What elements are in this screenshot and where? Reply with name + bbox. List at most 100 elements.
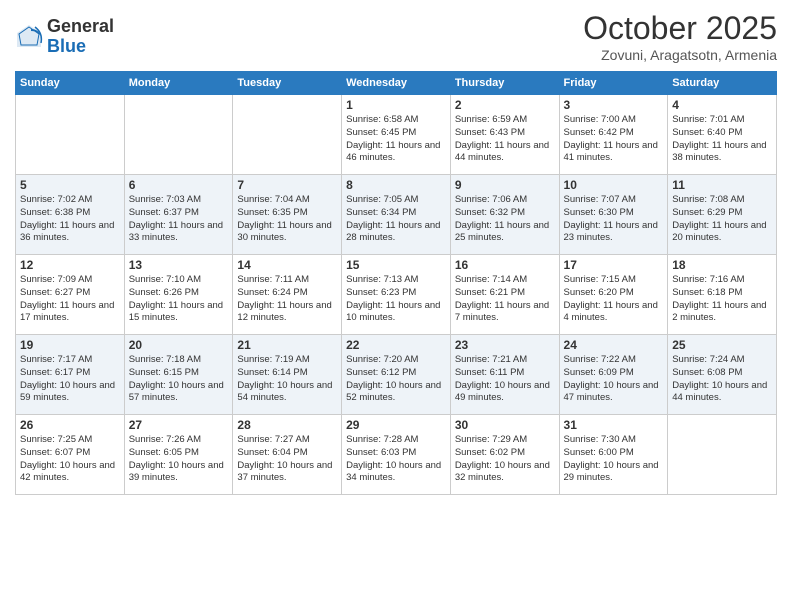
col-wednesday: Wednesday [342,72,451,95]
calendar-cell: 29 Sunrise: 7:28 AM Sunset: 6:03 PM Dayli… [342,415,451,495]
day-number: 13 [129,258,229,272]
day-number: 29 [346,418,446,432]
day-info: Sunrise: 7:06 AM Sunset: 6:32 PM Dayligh… [455,194,555,245]
subtitle: Zovuni, Aragatsotn, Armenia [583,47,777,63]
day-info: Sunrise: 7:10 AM Sunset: 6:26 PM Dayligh… [129,274,229,325]
day-info: Sunrise: 7:11 AM Sunset: 6:24 PM Dayligh… [237,274,337,325]
day-info: Sunrise: 7:07 AM Sunset: 6:30 PM Dayligh… [564,194,664,245]
calendar-cell: 10 Sunrise: 7:07 AM Sunset: 6:30 PM Dayli… [559,175,668,255]
col-thursday: Thursday [450,72,559,95]
calendar-cell: 20 Sunrise: 7:18 AM Sunset: 6:15 PM Dayli… [124,335,233,415]
day-number: 20 [129,338,229,352]
calendar-week-3: 12 Sunrise: 7:09 AM Sunset: 6:27 PM Dayli… [16,255,777,335]
day-number: 27 [129,418,229,432]
day-info: Sunrise: 7:04 AM Sunset: 6:35 PM Dayligh… [237,194,337,245]
calendar-cell [124,95,233,175]
col-sunday: Sunday [16,72,125,95]
day-number: 2 [455,98,555,112]
day-number: 30 [455,418,555,432]
page: General Blue October 2025 Zovuni, Aragat… [0,0,792,612]
day-info: Sunrise: 7:17 AM Sunset: 6:17 PM Dayligh… [20,354,120,405]
day-number: 11 [672,178,772,192]
day-info: Sunrise: 7:22 AM Sunset: 6:09 PM Dayligh… [564,354,664,405]
day-number: 23 [455,338,555,352]
day-info: Sunrise: 7:19 AM Sunset: 6:14 PM Dayligh… [237,354,337,405]
day-number: 3 [564,98,664,112]
day-info: Sunrise: 7:15 AM Sunset: 6:20 PM Dayligh… [564,274,664,325]
calendar-cell: 17 Sunrise: 7:15 AM Sunset: 6:20 PM Dayli… [559,255,668,335]
day-info: Sunrise: 7:18 AM Sunset: 6:15 PM Dayligh… [129,354,229,405]
calendar-week-5: 26Sunrise: 7:25 AM Sunset: 6:07 PM Dayli… [16,415,777,495]
calendar-cell: 2 Sunrise: 6:59 AM Sunset: 6:43 PM Daylig… [450,95,559,175]
day-info: Sunrise: 7:30 AM Sunset: 6:00 PM Dayligh… [564,434,664,485]
day-info: Sunrise: 7:00 AM Sunset: 6:42 PM Dayligh… [564,114,664,165]
month-title: October 2025 [583,10,777,47]
header-row: Sunday Monday Tuesday Wednesday Thursday… [16,72,777,95]
calendar-cell: 21 Sunrise: 7:19 AM Sunset: 6:14 PM Dayli… [233,335,342,415]
calendar-cell: 22Sunrise: 7:20 AM Sunset: 6:12 PM Dayli… [342,335,451,415]
calendar-cell: 11Sunrise: 7:08 AM Sunset: 6:29 PM Dayli… [668,175,777,255]
day-info: Sunrise: 7:05 AM Sunset: 6:34 PM Dayligh… [346,194,446,245]
calendar-cell: 27 Sunrise: 7:26 AM Sunset: 6:05 PM Dayli… [124,415,233,495]
day-info: Sunrise: 7:20 AM Sunset: 6:12 PM Dayligh… [346,354,446,405]
calendar-cell: 8 Sunrise: 7:05 AM Sunset: 6:34 PM Daylig… [342,175,451,255]
day-info: Sunrise: 7:25 AM Sunset: 6:07 PM Dayligh… [20,434,120,485]
calendar-cell: 23 Sunrise: 7:21 AM Sunset: 6:11 PM Dayli… [450,335,559,415]
day-number: 18 [672,258,772,272]
calendar-cell: 5 Sunrise: 7:02 AM Sunset: 6:38 PM Daylig… [16,175,125,255]
calendar-cell: 16Sunrise: 7:14 AM Sunset: 6:21 PM Dayli… [450,255,559,335]
day-number: 14 [237,258,337,272]
title-section: October 2025 Zovuni, Aragatsotn, Armenia [583,10,777,63]
day-number: 7 [237,178,337,192]
day-number: 5 [20,178,120,192]
day-info: Sunrise: 7:27 AM Sunset: 6:04 PM Dayligh… [237,434,337,485]
calendar-cell: 15 Sunrise: 7:13 AM Sunset: 6:23 PM Dayli… [342,255,451,335]
calendar-cell: 6 Sunrise: 7:03 AM Sunset: 6:37 PM Daylig… [124,175,233,255]
calendar-cell: 30 Sunrise: 7:29 AM Sunset: 6:02 PM Dayli… [450,415,559,495]
day-info: Sunrise: 7:29 AM Sunset: 6:02 PM Dayligh… [455,434,555,485]
day-number: 28 [237,418,337,432]
logo-icon [15,23,43,51]
day-number: 21 [237,338,337,352]
calendar-cell: 3 Sunrise: 7:00 AM Sunset: 6:42 PM Daylig… [559,95,668,175]
calendar-cell: 4Sunrise: 7:01 AM Sunset: 6:40 PM Daylig… [668,95,777,175]
calendar-cell: 13 Sunrise: 7:10 AM Sunset: 6:26 PM Dayli… [124,255,233,335]
day-info: Sunrise: 7:26 AM Sunset: 6:05 PM Dayligh… [129,434,229,485]
day-number: 9 [455,178,555,192]
calendar-cell: 12 Sunrise: 7:09 AM Sunset: 6:27 PM Dayli… [16,255,125,335]
day-number: 19 [20,338,120,352]
calendar-cell: 28 Sunrise: 7:27 AM Sunset: 6:04 PM Dayli… [233,415,342,495]
calendar-cell: 26Sunrise: 7:25 AM Sunset: 6:07 PM Dayli… [16,415,125,495]
col-tuesday: Tuesday [233,72,342,95]
logo: General Blue [15,17,114,57]
day-number: 12 [20,258,120,272]
day-info: Sunrise: 7:21 AM Sunset: 6:11 PM Dayligh… [455,354,555,405]
calendar-cell: 19 Sunrise: 7:17 AM Sunset: 6:17 PM Dayli… [16,335,125,415]
day-number: 10 [564,178,664,192]
day-number: 17 [564,258,664,272]
calendar-cell: 24 Sunrise: 7:22 AM Sunset: 6:09 PM Dayli… [559,335,668,415]
day-info: Sunrise: 7:09 AM Sunset: 6:27 PM Dayligh… [20,274,120,325]
logo-general: General [47,17,114,37]
day-number: 8 [346,178,446,192]
col-friday: Friday [559,72,668,95]
day-number: 24 [564,338,664,352]
calendar-cell: 31Sunrise: 7:30 AM Sunset: 6:00 PM Dayli… [559,415,668,495]
calendar-week-4: 19 Sunrise: 7:17 AM Sunset: 6:17 PM Dayli… [16,335,777,415]
calendar-cell: 7 Sunrise: 7:04 AM Sunset: 6:35 PM Daylig… [233,175,342,255]
calendar-cell: 14 Sunrise: 7:11 AM Sunset: 6:24 PM Dayli… [233,255,342,335]
day-number: 6 [129,178,229,192]
calendar-table: Sunday Monday Tuesday Wednesday Thursday… [15,71,777,495]
header: General Blue October 2025 Zovuni, Aragat… [15,10,777,63]
calendar-cell [16,95,125,175]
day-info: Sunrise: 7:02 AM Sunset: 6:38 PM Dayligh… [20,194,120,245]
day-info: Sunrise: 7:13 AM Sunset: 6:23 PM Dayligh… [346,274,446,325]
day-info: Sunrise: 7:03 AM Sunset: 6:37 PM Dayligh… [129,194,229,245]
day-number: 1 [346,98,446,112]
calendar-cell: 25Sunrise: 7:24 AM Sunset: 6:08 PM Dayli… [668,335,777,415]
day-info: Sunrise: 6:59 AM Sunset: 6:43 PM Dayligh… [455,114,555,165]
day-number: 15 [346,258,446,272]
calendar-cell: 18Sunrise: 7:16 AM Sunset: 6:18 PM Dayli… [668,255,777,335]
day-info: Sunrise: 7:28 AM Sunset: 6:03 PM Dayligh… [346,434,446,485]
calendar-week-1: 1Sunrise: 6:58 AM Sunset: 6:45 PM Daylig… [16,95,777,175]
